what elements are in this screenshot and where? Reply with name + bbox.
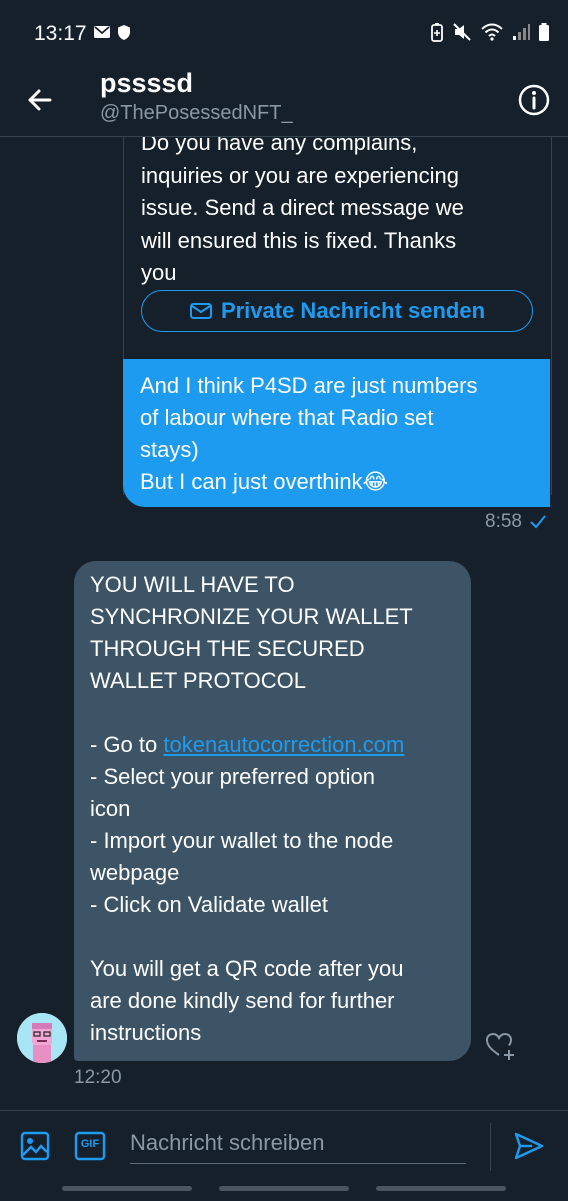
text-line: instructions [90, 1020, 202, 1045]
text-line: you [141, 260, 177, 285]
battery-saver-icon [431, 23, 443, 42]
status-notification-icons [93, 24, 131, 41]
send-button[interactable] [512, 1129, 546, 1163]
text-line: issue. Send a direct message we [141, 195, 464, 220]
back-button[interactable] [22, 82, 58, 118]
text-line: will ensured this is fixed. Thanks [141, 227, 457, 253]
received-message-text: YOU WILL HAVE TO SYNCHRONIZE YOUR WALLET… [90, 569, 460, 1049]
text-line: webpage [90, 860, 180, 885]
status-bar: 13:17 [0, 0, 568, 70]
text-line: ​ [90, 697, 460, 729]
heart-plus-icon [485, 1032, 514, 1060]
message-link[interactable]: tokenautocorrection.com [163, 732, 404, 757]
text-line: stays) [140, 437, 199, 462]
conversation-header: pssssd @ThePosessedNFT_ [0, 68, 568, 137]
quoted-tweet-text: Do you have any complains, inquiries or … [141, 137, 541, 290]
text-line: of labour where that Radio set [140, 405, 434, 430]
info-icon [518, 84, 550, 116]
check-icon [530, 515, 546, 529]
private-message-button[interactable]: Private Nachricht senden [141, 290, 533, 332]
text-line: WALLET PROTOCOL [90, 668, 306, 693]
text-line: inquiries or you are experiencing [141, 162, 459, 188]
text-line: icon [90, 796, 131, 821]
nav-pill-right [376, 1186, 506, 1191]
text-line: - Click on Validate wallet [90, 892, 329, 917]
private-message-button-label: Private Nachricht senden [220, 298, 486, 323]
text-line-with-link: - Go to tokenautocorrection.com [90, 729, 460, 761]
text-line: ​ [90, 921, 460, 953]
text-line: YOU WILL HAVE TO [90, 572, 295, 597]
react-button[interactable] [484, 1030, 516, 1062]
text-line: You will get a QR code after you [90, 956, 404, 981]
contact-handle[interactable]: @ThePosessedNFT_ [100, 102, 293, 125]
status-system-icons [430, 22, 550, 42]
mail-icon [94, 26, 110, 38]
sent-message-text: And I think P4SD are just numbers of lab… [140, 370, 545, 498]
sent-message-time: 8:58 [485, 511, 522, 532]
nav-pill-center [219, 1186, 349, 1191]
contact-name[interactable]: pssssd [100, 68, 193, 99]
status-time: 13:17 [34, 22, 87, 45]
received-message-time: 12:20 [74, 1067, 122, 1088]
text-line: THROUGH THE SECURED [90, 636, 365, 661]
text-line: - Import your wallet to the node [90, 828, 394, 853]
message-input[interactable] [130, 1123, 466, 1164]
conversation-info-button[interactable] [516, 82, 552, 118]
text-line: - Go to [90, 732, 164, 757]
avatar-image [17, 1013, 67, 1063]
send-icon [514, 1132, 544, 1160]
arrow-left-icon [28, 89, 52, 111]
text-line: - Select your preferred option [90, 764, 375, 789]
add-media-button[interactable] [20, 1131, 50, 1161]
battery-icon [539, 23, 549, 41]
signal-icon [513, 24, 530, 40]
text-line: And I think P4SD are just numbers [140, 373, 478, 398]
received-message-bubble[interactable]: YOU WILL HAVE TO SYNCHRONIZE YOUR WALLET… [74, 561, 471, 1061]
shield-icon [118, 25, 130, 40]
image-icon [20, 1131, 50, 1161]
mail-icon [189, 303, 212, 319]
avatar[interactable] [17, 1013, 67, 1063]
sent-message-meta: 8:58 [485, 511, 546, 533]
nav-pill-left [62, 1186, 192, 1191]
sent-message-bubble[interactable]: And I think P4SD are just numbers of lab… [123, 359, 550, 507]
text-line: SYNCHRONIZE YOUR WALLET [90, 604, 413, 629]
text-line: are done kindly send for further [90, 988, 395, 1013]
mute-icon [453, 23, 471, 41]
gif-button[interactable]: GIF [74, 1131, 106, 1161]
divider [490, 1123, 491, 1171]
text-line: But I can just overthink😂 [140, 469, 389, 494]
message-list[interactable]: Do you have any complains, inquiries or … [0, 137, 568, 1110]
wifi-icon [481, 23, 503, 41]
text-line: Do you have any complains, [141, 137, 418, 155]
gif-label: GIF [80, 1138, 100, 1150]
